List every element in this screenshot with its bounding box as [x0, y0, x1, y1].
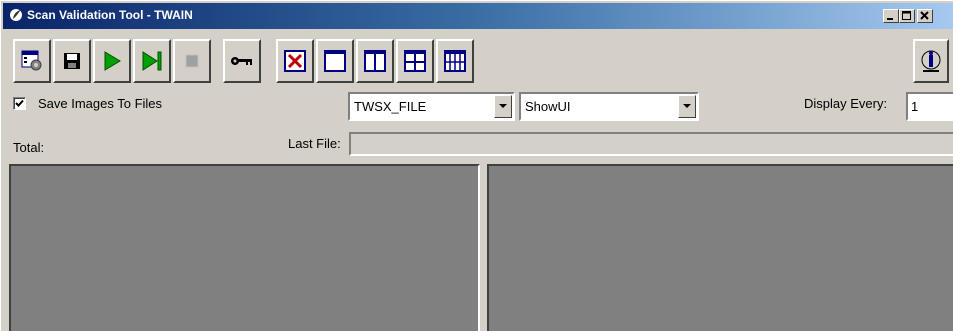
save-button[interactable] — [53, 39, 91, 83]
stop-icon — [185, 54, 199, 68]
pane-splitter[interactable] — [480, 164, 487, 331]
four-images-view-button[interactable] — [396, 39, 434, 83]
image-pane-right[interactable] — [487, 164, 953, 331]
image-pane-left[interactable] — [9, 164, 480, 331]
window-title: Scan Validation Tool - TWAIN — [27, 8, 193, 22]
toolbar — [1, 39, 953, 83]
four-pane-icon — [404, 50, 426, 72]
display-every-input[interactable] — [906, 92, 953, 121]
close-icon — [920, 11, 929, 20]
app-window: Scan Validation Tool - TWAIN Save Images… — [0, 0, 953, 331]
file-format-value: TWSX_FILE — [354, 99, 427, 114]
start-scan-button[interactable] — [93, 39, 131, 83]
ui-mode-select[interactable]: ShowUI — [519, 92, 699, 121]
close-button[interactable] — [917, 9, 933, 23]
two-images-view-button[interactable] — [356, 39, 394, 83]
save-images-checkbox[interactable] — [13, 97, 26, 110]
display-every-label: Display Every: — [804, 96, 888, 111]
chevron-down-icon — [499, 104, 507, 108]
stop-button[interactable] — [173, 39, 211, 83]
total-label: Total: — [13, 140, 45, 155]
chevron-down-icon — [683, 104, 691, 108]
options-row: Save Images To Files TWSX_FILE ShowUI Di… — [1, 92, 953, 122]
play-step-icon — [142, 51, 162, 71]
license-key-button[interactable] — [223, 39, 261, 83]
eight-pane-icon — [444, 50, 466, 72]
no-images-view-button[interactable] — [276, 39, 314, 83]
last-file-label: Last File: — [288, 136, 341, 151]
minimize-icon — [887, 18, 893, 20]
settings-icon — [21, 50, 42, 71]
about-button[interactable] — [913, 39, 949, 83]
ui-mode-value: ShowUI — [525, 99, 571, 114]
title-bar[interactable]: Scan Validation Tool - TWAIN — [3, 3, 953, 29]
checkmark-icon — [15, 99, 24, 107]
one-image-view-button[interactable] — [316, 39, 354, 83]
last-file-field — [349, 132, 953, 156]
floppy-disk-icon — [64, 53, 80, 69]
app-logo-icon — [10, 9, 22, 21]
file-format-dropdown-button[interactable] — [494, 95, 512, 118]
maximize-icon — [902, 11, 911, 20]
scan-one-button[interactable] — [133, 39, 171, 83]
two-pane-icon — [364, 50, 386, 72]
minimize-button[interactable] — [883, 9, 899, 23]
eight-images-view-button[interactable] — [436, 39, 474, 83]
status-row: Total: Last File: — [1, 132, 953, 158]
settings-button[interactable] — [13, 39, 51, 83]
info-person-icon — [921, 50, 941, 72]
file-format-select[interactable]: TWSX_FILE — [348, 92, 515, 121]
key-icon — [231, 57, 252, 65]
ui-mode-dropdown-button[interactable] — [678, 95, 696, 118]
play-icon — [104, 51, 121, 71]
x-box-icon — [284, 50, 306, 72]
single-pane-icon — [324, 50, 346, 72]
save-images-label[interactable]: Save Images To Files — [38, 96, 162, 111]
maximize-button[interactable] — [899, 9, 915, 23]
